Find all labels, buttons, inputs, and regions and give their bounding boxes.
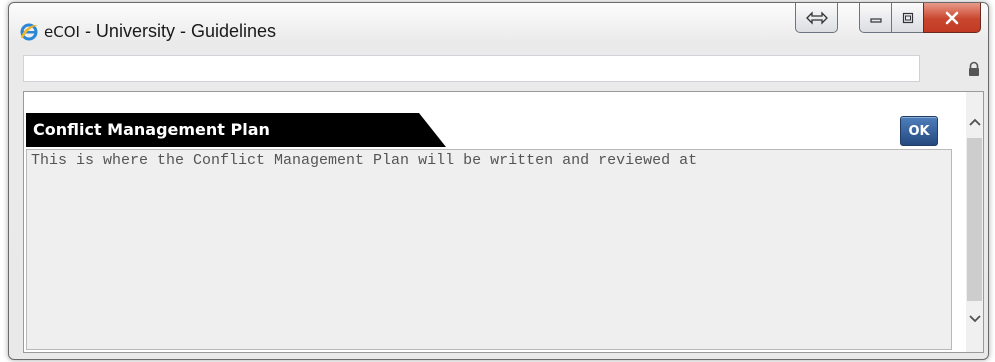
- minimize-icon: [869, 17, 882, 23]
- scroll-up-button[interactable]: [966, 110, 983, 134]
- ok-button[interactable]: OK: [900, 116, 938, 146]
- browser-window: eCOI - University - Guidelines Conflict …: [8, 2, 989, 360]
- maximize-icon: [902, 12, 913, 23]
- compatibility-view-button[interactable]: [795, 3, 838, 33]
- scroll-thumb[interactable]: [967, 138, 982, 301]
- lock-icon: [969, 61, 979, 76]
- title-bar: eCOI - University - Guidelines: [9, 3, 988, 51]
- window-title-text: - University - Guidelines: [79, 21, 276, 41]
- section-header: Conflict Management Plan: [26, 113, 446, 147]
- address-bar[interactable]: [23, 55, 920, 82]
- close-button[interactable]: [923, 3, 981, 33]
- internet-explorer-icon: [20, 23, 38, 41]
- chevron-down-icon: [968, 315, 981, 323]
- plan-textarea[interactable]: This is where the Conflict Management Pl…: [26, 149, 952, 350]
- close-icon: [945, 11, 959, 24]
- window-title-app: eCOI: [44, 23, 80, 41]
- maximize-button[interactable]: [891, 3, 924, 33]
- minimize-button[interactable]: [859, 3, 892, 33]
- window-title: eCOI - University - Guidelines: [44, 21, 276, 42]
- vertical-scrollbar[interactable]: [966, 92, 983, 352]
- chevron-up-icon: [968, 118, 981, 126]
- page-content: Conflict Management Plan OK This is wher…: [23, 91, 984, 353]
- scroll-down-button[interactable]: [966, 307, 983, 331]
- compatibility-view-icon: [805, 10, 828, 25]
- section-title: Conflict Management Plan: [33, 120, 270, 139]
